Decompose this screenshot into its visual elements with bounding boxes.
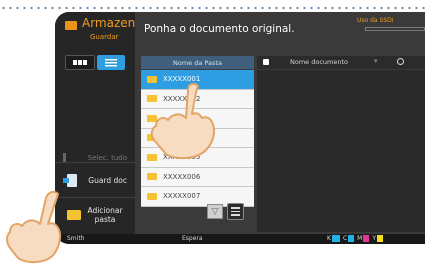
store-document-label: Guard doc (88, 176, 127, 185)
user-name: Smith (67, 235, 85, 242)
instruction-message: Ponha o documento original. (144, 23, 295, 35)
status-bar: Smith Espera K C M Y (55, 234, 425, 244)
menu-icon (231, 207, 240, 209)
toner-m: M (357, 235, 370, 242)
app-header: Armazen Guardar (55, 12, 135, 50)
menu-button[interactable] (227, 203, 244, 220)
sidebar: Armazen Guardar Selec. tudo Guard doc Ad… (55, 12, 135, 234)
folder-row[interactable]: XXXXX006 (141, 167, 254, 187)
folder-name-header-label: Nome da Pasta (173, 58, 222, 67)
view-toggle (65, 55, 125, 70)
select-all-label: Selec. tudo (87, 154, 127, 162)
scroll-down-icon: ▽ (211, 206, 219, 217)
folder-name-column-header[interactable]: Nome da Pasta (141, 56, 254, 69)
document-list-header[interactable]: Nome documento ▾ (257, 56, 425, 69)
pointing-hand-icon (150, 82, 215, 160)
store-document-button[interactable]: Guard doc (55, 162, 135, 196)
toner-c: C (343, 235, 355, 242)
pointing-hand-icon (6, 190, 62, 264)
folder-icon (147, 192, 157, 200)
lock-icon (263, 59, 269, 65)
toner-levels: K C M Y (327, 235, 383, 242)
folder-icon (147, 173, 157, 181)
list-view-icon (105, 58, 117, 67)
store-document-icon (63, 174, 77, 187)
sort-arrow-icon: ▾ (374, 57, 378, 65)
add-folder-button[interactable]: Adicionar pasta (55, 197, 135, 234)
toner-y: Y (372, 235, 383, 242)
app-title: Armazen (82, 16, 136, 30)
add-folder-label: Adicionar pasta (87, 206, 123, 224)
machine-status: Espera (182, 235, 203, 242)
folder-name: XXXXX007 (163, 192, 201, 201)
add-folder-icon (67, 210, 81, 220)
document-name-header-label: Nome documento (290, 58, 349, 66)
ssd-usage-bar (365, 27, 425, 31)
document-list (257, 70, 425, 232)
app-subtitle: Guardar (90, 33, 119, 41)
scroll-down-button[interactable]: ▽ (207, 204, 223, 219)
ssd-usage-label: Uso da SSDi (357, 17, 394, 24)
dotted-border (0, 6, 425, 10)
folder-name: XXXXX006 (163, 172, 201, 181)
touch-panel-screen: Armazen Guardar Selec. tudo Guard doc Ad… (55, 12, 425, 244)
toner-k: K (327, 235, 340, 242)
grid-view-icon (73, 60, 87, 65)
list-view-button[interactable] (97, 55, 125, 70)
storage-app-icon (65, 21, 77, 30)
clock-icon (397, 58, 404, 65)
grid-view-button[interactable] (65, 55, 95, 70)
